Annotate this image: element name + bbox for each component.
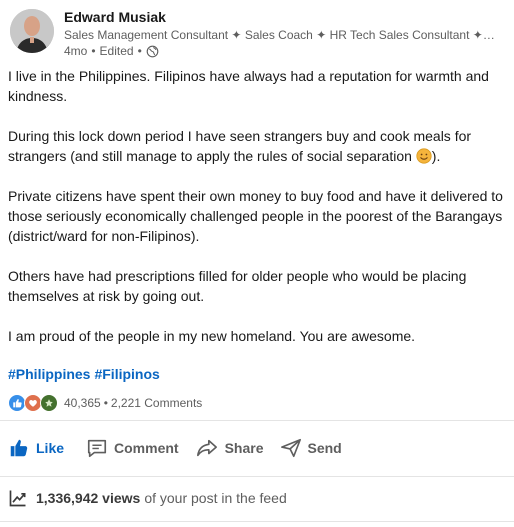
post-paragraph-5: I am proud of the people in my new homel… <box>8 328 416 344</box>
post-paragraph-2-end: ). <box>431 148 441 164</box>
reaction-icons[interactable] <box>8 394 58 412</box>
thumbs-up-icon <box>10 439 28 457</box>
post-paragraph-2-text: During this lock down period I have seen… <box>8 128 472 164</box>
counts-separator: • <box>103 396 108 410</box>
author-headline: Sales Management Consultant ✦ Sales Coac… <box>64 28 498 42</box>
post-meta: 4mo • Edited • <box>64 44 159 58</box>
send-label: Send <box>307 440 342 456</box>
send-icon <box>280 438 301 458</box>
social-counts: 40,365 • 2,221 Comments <box>8 394 202 412</box>
author-name[interactable]: Edward Musiak <box>64 9 166 25</box>
action-bar: Like Comment Share Send <box>0 426 514 470</box>
post-paragraph-3: Private citizens have spent their own mo… <box>8 188 503 244</box>
views-suffix: of your post in the feed <box>144 490 287 506</box>
like-button[interactable]: Like <box>0 428 72 468</box>
share-button[interactable]: Share <box>187 428 272 468</box>
send-button[interactable]: Send <box>272 428 350 468</box>
divider-bottom <box>0 476 514 477</box>
support-icon <box>40 394 58 412</box>
smile-emoji-icon <box>416 148 432 164</box>
post-time: 4mo <box>64 44 88 58</box>
hashtag-filipinos[interactable]: #Filipinos <box>94 366 159 382</box>
like-label: Like <box>36 440 65 456</box>
post-paragraph-2: During this lock down period I have seen… <box>8 126 508 166</box>
share-label: Share <box>224 440 264 456</box>
analytics-icon <box>9 490 26 507</box>
divider-footer <box>0 521 514 522</box>
meta-separator-2: • <box>137 44 142 58</box>
comment-label: Comment <box>114 440 179 456</box>
hashtags: #Philippines #Filipinos <box>8 366 160 382</box>
post-paragraph-1: I live in the Philippines. Filipinos hav… <box>8 68 489 104</box>
globe-icon <box>146 45 159 57</box>
comment-icon <box>87 439 107 458</box>
hashtag-philippines[interactable]: #Philippines <box>8 366 90 382</box>
meta-separator: • <box>91 44 96 58</box>
reactions-count[interactable]: 40,365 <box>64 396 101 410</box>
comment-button[interactable]: Comment <box>78 428 187 468</box>
divider-top <box>0 420 514 421</box>
avatar[interactable] <box>10 9 54 53</box>
post-body: I live in the Philippines. Filipinos hav… <box>8 66 508 366</box>
views-count: 1,336,942 views <box>36 490 141 506</box>
counts-text: 40,365 • 2,221 Comments <box>64 396 202 410</box>
share-icon <box>196 439 217 457</box>
post-paragraph-4: Others have had prescriptions filled for… <box>8 268 467 304</box>
edited-label: Edited <box>99 44 134 58</box>
comments-count[interactable]: 2,221 Comments <box>111 396 202 410</box>
post-header: Edward Musiak Sales Management Consultan… <box>8 7 508 58</box>
post-views[interactable]: 1,336,942 views of your post in the feed <box>8 488 287 508</box>
